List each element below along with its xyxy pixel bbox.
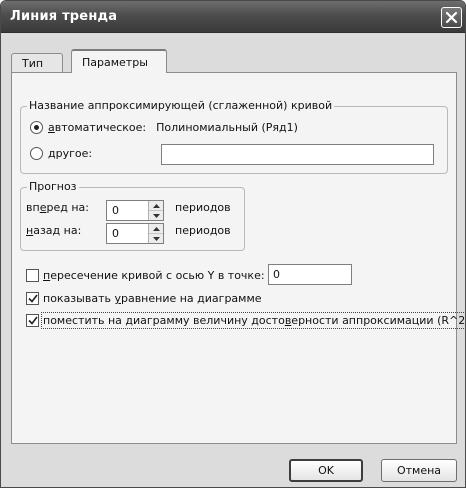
spin-up-icon[interactable] — [149, 224, 163, 234]
show-r2-checkbox[interactable] — [26, 314, 39, 327]
forecast-group-label: Прогноз — [27, 180, 79, 193]
tab-type-label: Тип — [22, 57, 44, 70]
other-name-input[interactable] — [161, 144, 434, 165]
intercept-option[interactable]: пересечение кривой с осью Y в точке: — [26, 269, 265, 282]
show-r2-label: поместить на диаграмму величину достовер… — [41, 312, 465, 329]
forecast-forward-value: 0 — [112, 204, 119, 217]
tab-type[interactable]: Тип — [11, 53, 63, 73]
checkmark-icon — [27, 294, 38, 303]
forecast-back-unit: периодов — [175, 224, 231, 237]
auto-name-radio[interactable] — [30, 121, 43, 134]
spin-down-icon[interactable] — [149, 211, 163, 220]
forecast-back-spinner[interactable]: 0 — [106, 223, 164, 244]
tab-parameters[interactable]: Параметры — [71, 49, 167, 73]
intercept-input[interactable]: 0 — [268, 264, 352, 285]
cancel-button[interactable]: Отмена — [381, 459, 457, 482]
forecast-forward-unit: периодов — [175, 201, 231, 214]
trendline-dialog: Линия тренда Тип Параметры Название аппр… — [0, 0, 466, 488]
forecast-forward-label: вперед на: — [26, 201, 89, 214]
forecast-back-label: назад на: — [26, 224, 82, 237]
title-bar[interactable]: Линия тренда — [1, 1, 465, 33]
show-r2-option[interactable]: поместить на диаграмму величину достовер… — [26, 312, 465, 329]
show-equation-checkbox[interactable] — [26, 292, 39, 305]
intercept-label: пересечение кривой с осью Y в точке: — [43, 269, 265, 282]
auto-name-value: Полиномиальный (Ряд1) — [156, 121, 298, 134]
parameters-panel: Название аппроксимирующей (сглаженной) к… — [11, 72, 465, 444]
other-name-label: другое: — [48, 147, 93, 160]
close-icon — [445, 11, 458, 24]
intercept-checkbox[interactable] — [26, 269, 39, 282]
forecast-back-spin-buttons — [148, 224, 163, 243]
other-name-radio[interactable] — [30, 147, 43, 160]
spin-up-icon[interactable] — [149, 201, 163, 211]
ok-button[interactable]: OK — [289, 459, 363, 482]
forecast-forward-spinner[interactable]: 0 — [106, 200, 164, 221]
auto-name-label: автоматическое: — [48, 121, 147, 134]
tab-parameters-label: Параметры — [82, 56, 148, 69]
forecast-forward-spin-buttons — [148, 201, 163, 220]
checkmark-icon — [27, 316, 38, 325]
show-equation-option[interactable]: показывать уравнение на диаграмме — [26, 292, 262, 305]
spin-down-icon[interactable] — [149, 234, 163, 243]
ok-button-label: OK — [318, 464, 334, 477]
forecast-back-value: 0 — [112, 227, 119, 240]
trendline-name-group-label: Название аппроксимирующей (сглаженной) к… — [27, 99, 335, 112]
window-title: Линия тренда — [10, 9, 118, 24]
cancel-button-label: Отмена — [396, 464, 442, 477]
other-name-option[interactable]: другое: — [30, 147, 92, 160]
close-button[interactable] — [441, 7, 462, 28]
show-equation-label: показывать уравнение на диаграмме — [43, 292, 262, 305]
auto-name-option[interactable]: автоматическое: Полиномиальный (Ряд1) — [30, 121, 298, 134]
